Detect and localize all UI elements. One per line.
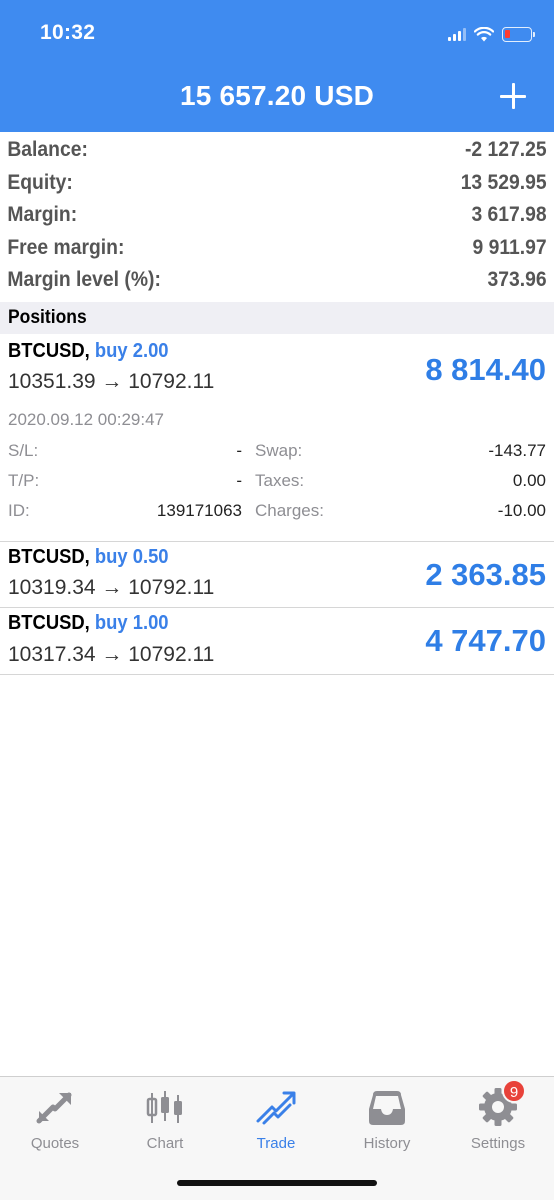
quotes-icon	[33, 1085, 77, 1129]
tab-label: Chart	[146, 1135, 184, 1152]
summary-row-margin: Margin: 3 617.98	[0, 199, 554, 232]
summary-value: 373.96	[487, 268, 547, 292]
detail-row: ID: 139171063 Charges: -10.00	[8, 501, 546, 531]
position-profit: 4 747.70	[425, 623, 546, 658]
symbol-name: BTCUSD,	[8, 612, 90, 634]
detail-value: -10.00	[497, 501, 546, 520]
tab-trade[interactable]: Trade	[221, 1085, 331, 1152]
row-divider	[0, 674, 554, 675]
detail-value: -143.77	[488, 441, 546, 460]
position-row[interactable]: BTCUSD, buy 0.50 10319.34 → 10792.11 2 3…	[0, 542, 554, 607]
status-time: 10:32	[40, 21, 96, 44]
summary-value: 3 617.98	[471, 203, 547, 227]
symbol-name: BTCUSD,	[8, 340, 90, 362]
summary-row-balance: Balance: -2 127.25	[0, 134, 554, 167]
tab-label: Trade	[256, 1135, 296, 1152]
position-profit: 8 814.40	[425, 352, 546, 387]
summary-label: Free margin:	[7, 235, 125, 259]
wifi-icon	[474, 26, 494, 41]
position-symbol: BTCUSD, buy 0.50	[8, 546, 183, 569]
tab-label: Quotes	[30, 1135, 80, 1152]
tab-history[interactable]: History	[332, 1085, 442, 1152]
detail-label: S/L:	[8, 441, 39, 460]
tab-label: Settings	[470, 1135, 526, 1152]
summary-label: Balance:	[7, 138, 88, 162]
position-side: buy 0.50	[94, 546, 169, 568]
summary-label: Margin level (%):	[7, 268, 161, 292]
position-symbol: BTCUSD, buy 1.00	[8, 612, 183, 635]
status-icons	[448, 24, 535, 44]
position-prices: 10351.39 → 10792.11	[8, 370, 215, 393]
tab-chart[interactable]: Chart	[110, 1085, 220, 1152]
position-profit: 2 363.85	[425, 557, 546, 592]
detail-row: T/P: - Taxes: 0.00	[8, 471, 546, 501]
summary-label: Margin:	[7, 203, 78, 227]
summary-value: 9 911.97	[472, 235, 547, 259]
position-row[interactable]: BTCUSD, buy 1.00 10317.34 → 10792.11 4 7…	[0, 608, 554, 674]
position-side: buy 2.00	[94, 340, 169, 362]
summary-row-equity: Equity: 13 529.95	[0, 167, 554, 200]
detail-row: S/L: - Swap: -143.77	[8, 441, 546, 471]
tab-quotes[interactable]: Quotes	[0, 1085, 110, 1152]
app-header: 10:32 15 657.20 USD	[0, 0, 554, 132]
detail-value: -	[236, 441, 242, 460]
cellular-signal-icon	[448, 27, 466, 41]
detail-value: 139171063	[156, 501, 242, 520]
position-row[interactable]: BTCUSD, buy 2.00 10351.39 → 10792.11 8 8…	[0, 334, 554, 542]
detail-label: Charges:	[255, 501, 324, 520]
detail-label: ID:	[8, 501, 30, 520]
position-details: S/L: - Swap: -143.77 T/P: - Taxes: 0.00 …	[8, 441, 546, 531]
position-symbol: BTCUSD, buy 2.00	[8, 340, 183, 363]
notification-badge: 9	[502, 1079, 526, 1103]
chart-icon	[143, 1085, 187, 1129]
history-icon	[365, 1085, 409, 1129]
summary-row-free-margin: Free margin: 9 911.97	[0, 232, 554, 265]
position-prices: 10319.34 → 10792.11	[8, 576, 215, 599]
detail-value: 0.00	[512, 471, 546, 490]
settings-icon: 9	[476, 1079, 526, 1129]
detail-label: Taxes:	[255, 471, 305, 490]
account-summary: Balance: -2 127.25 Equity: 13 529.95 Mar…	[0, 134, 554, 297]
position-side: buy 1.00	[94, 612, 169, 634]
detail-label: Swap:	[255, 441, 303, 460]
new-order-button[interactable]	[500, 83, 526, 109]
positions-header-label: Positions	[8, 307, 87, 328]
summary-value: 13 529.95	[460, 170, 547, 194]
detail-label: T/P:	[8, 471, 40, 490]
summary-row-margin-level: Margin level (%): 373.96	[0, 264, 554, 297]
position-open-time: 2020.09.12 00:29:47	[8, 410, 164, 429]
account-equity-title: 15 657.20 USD	[179, 80, 375, 111]
home-indicator	[177, 1180, 377, 1186]
positions-section-header: Positions	[0, 302, 554, 334]
tab-label: History	[363, 1135, 411, 1152]
position-prices: 10317.34 → 10792.11	[8, 643, 215, 666]
tab-settings[interactable]: 9 Settings	[443, 1079, 553, 1152]
trade-icon	[254, 1085, 298, 1129]
summary-value: -2 127.25	[465, 138, 547, 162]
symbol-name: BTCUSD,	[8, 546, 90, 568]
detail-value: -	[236, 471, 242, 490]
summary-label: Equity:	[7, 170, 73, 194]
battery-icon	[502, 26, 535, 42]
